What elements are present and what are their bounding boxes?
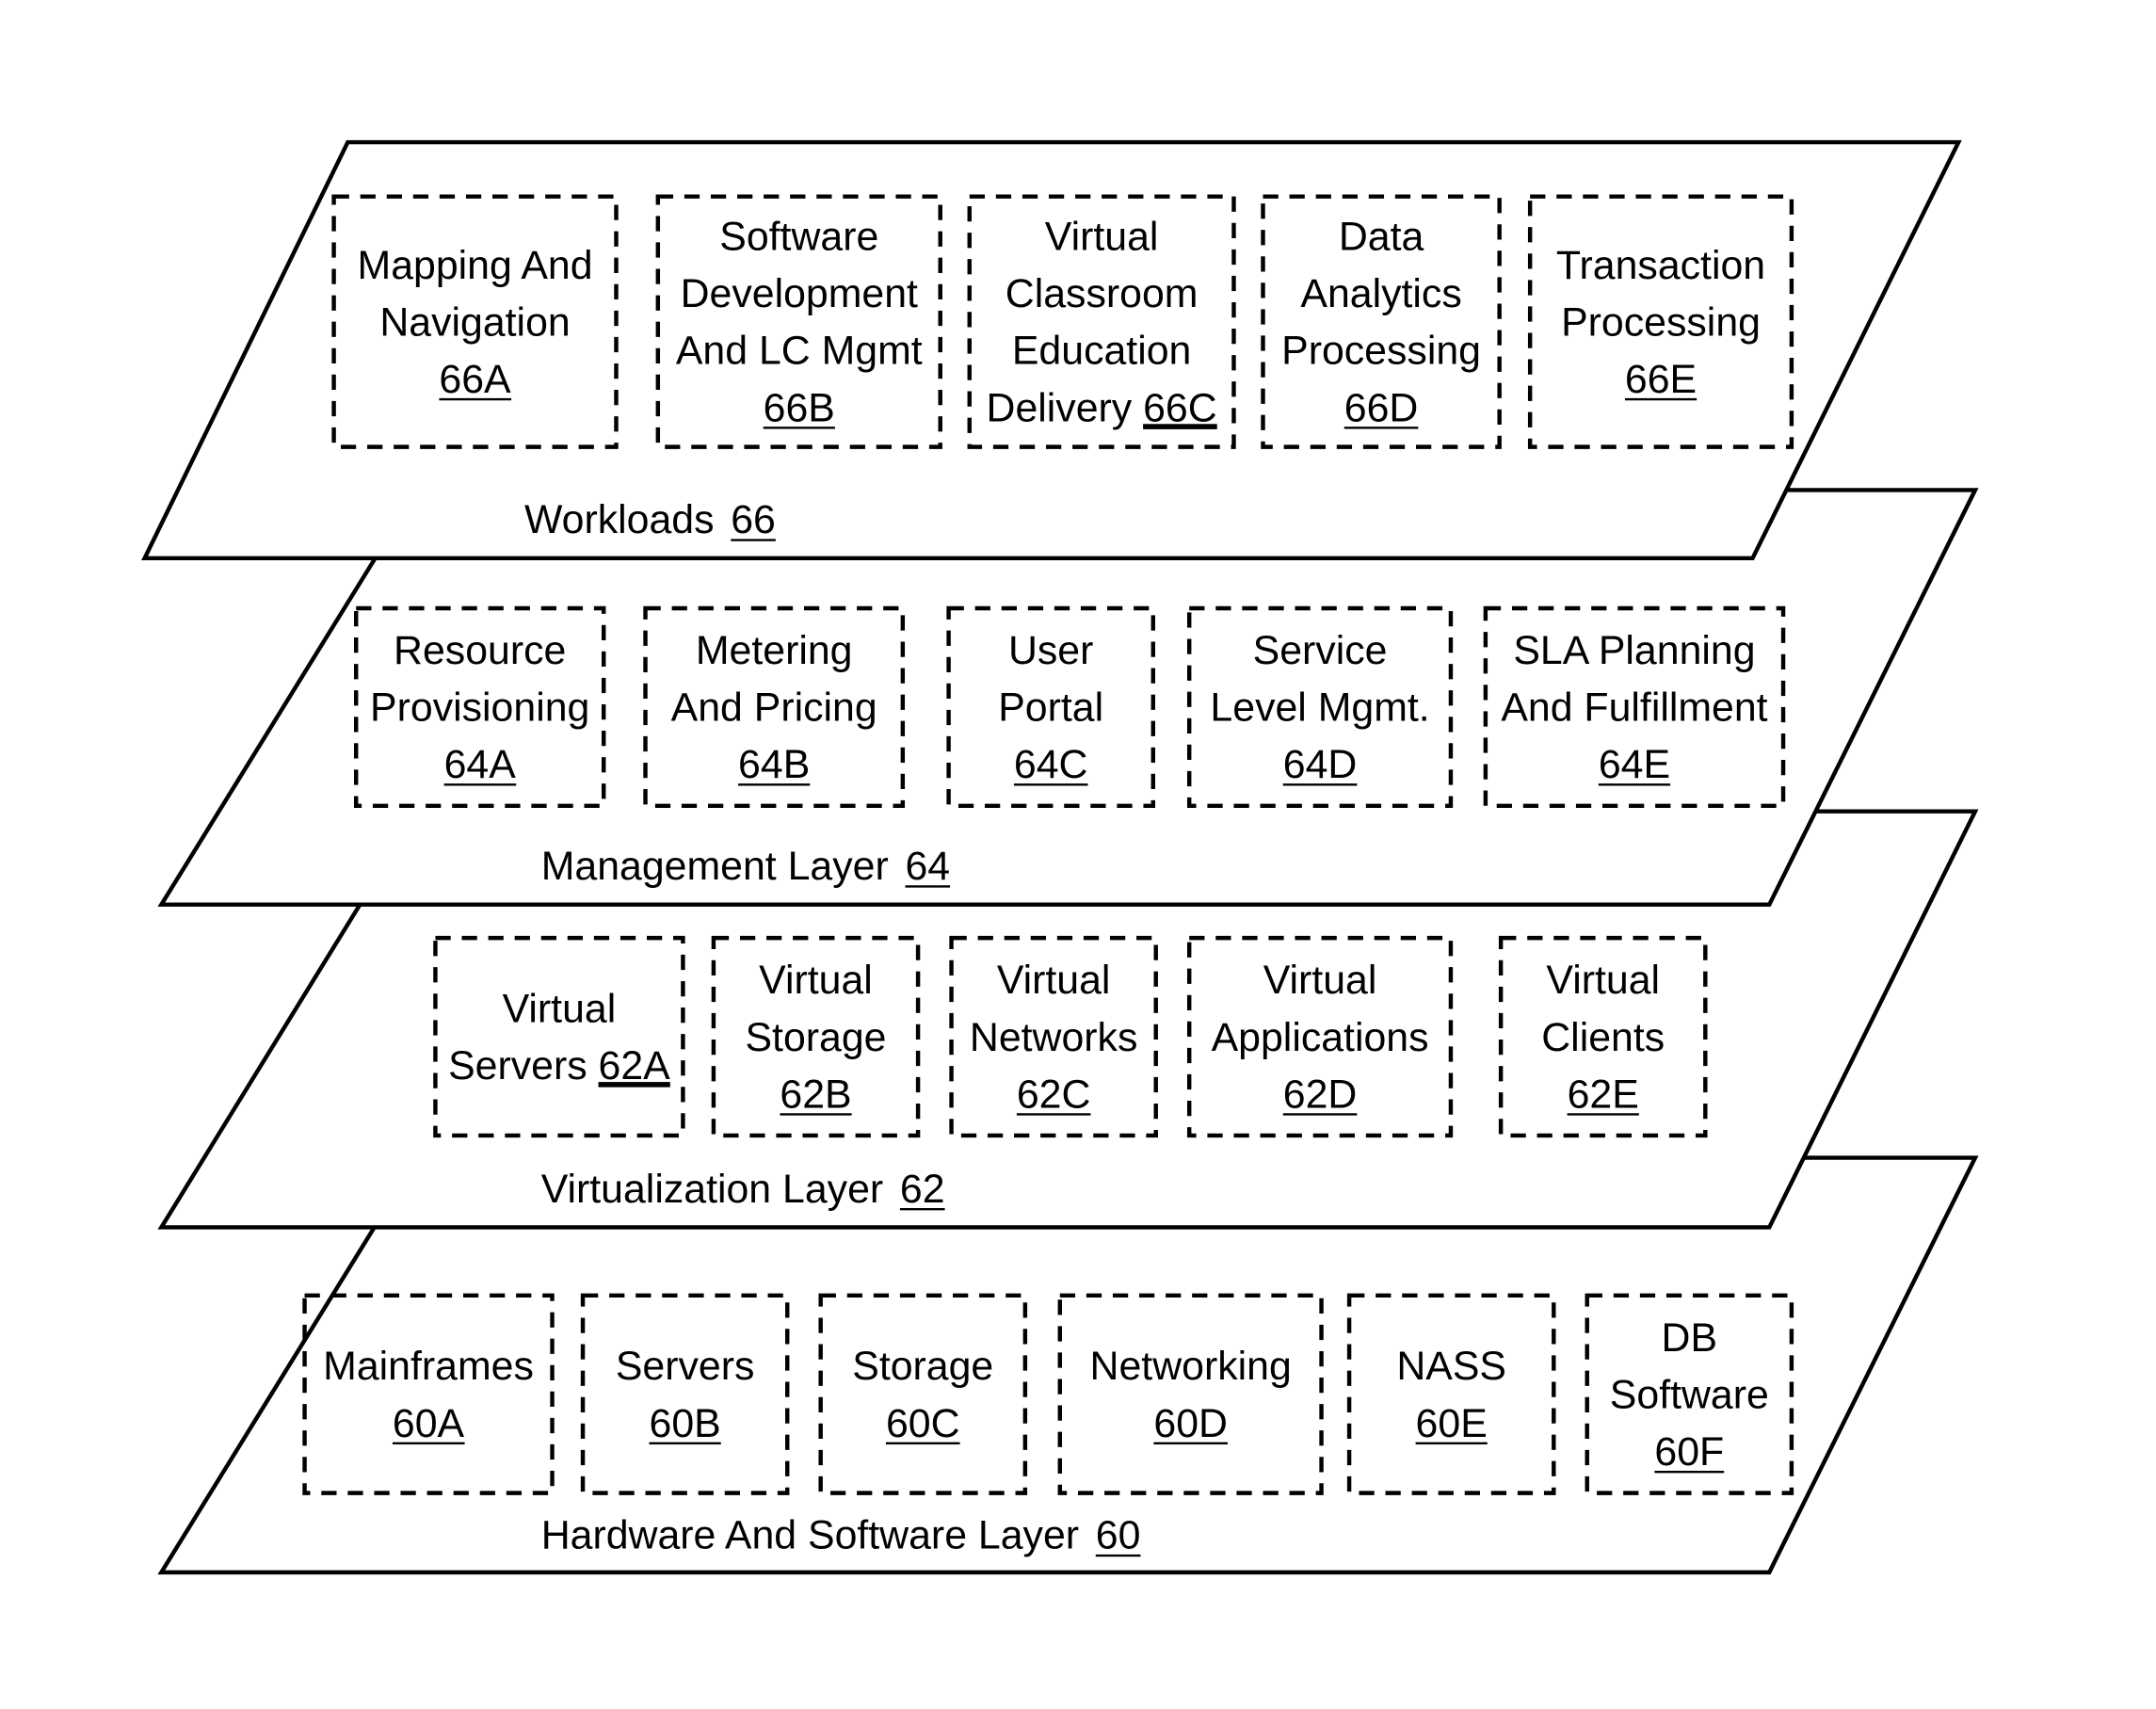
component-label-line: SLA Planning [1513, 628, 1755, 673]
component-label-line: Storage [852, 1344, 993, 1389]
component-reference: 66A [439, 357, 511, 402]
component-label-line: Virtual [1263, 958, 1377, 1003]
component-reference: 62C [1017, 1072, 1091, 1117]
component-label-line: Virtual [997, 958, 1111, 1003]
component-label-line: Mainframes [323, 1344, 534, 1389]
component-reference: 60E [1416, 1401, 1488, 1446]
component-label-line: Education [1012, 329, 1192, 374]
component-label-line: User [1008, 628, 1093, 673]
component-reference: 66D [1344, 385, 1419, 430]
layer-label: Hardware And Software Layer 60 [541, 1513, 1141, 1558]
component-label-line: Virtual [503, 987, 617, 1032]
component-label-line: Applications [1212, 1015, 1429, 1060]
component-label-text: Delivery [987, 385, 1144, 430]
component-label-line: Storage [745, 1015, 886, 1060]
component-reference: 66E [1625, 357, 1697, 402]
layer-label: Workloads 66 [524, 497, 776, 542]
component-label-line: Resource [394, 628, 566, 673]
layer-reference: 64 [905, 844, 950, 889]
component-label-line: Software [1610, 1373, 1769, 1418]
component-reference: 62D [1283, 1072, 1358, 1117]
layer-workloads: Mapping And Navigation 66A Software Developm… [141, 139, 1962, 561]
component-reference: 60C [886, 1401, 960, 1446]
component-reference: 62A [599, 1043, 671, 1088]
component-label-line: Virtual [759, 958, 873, 1003]
component-label-line: Service [1253, 628, 1388, 673]
component-label-line: Data [1339, 215, 1424, 260]
component-label-line: Virtual [1045, 215, 1159, 260]
component-label-line: And Fulfillment [1501, 685, 1767, 731]
component-reference: 64D [1283, 742, 1358, 787]
component-label-line: Servers [616, 1344, 755, 1389]
layer-reference: 66 [731, 497, 776, 542]
component-label-line: And Pricing [671, 685, 877, 731]
component-label-line: Networking [1090, 1344, 1292, 1389]
component-label-line: NASS [1396, 1344, 1506, 1389]
component-reference: 60B [650, 1401, 721, 1446]
component-label-line: Processing [1561, 299, 1761, 345]
component-reference: 66B [764, 385, 835, 430]
component-reference: 62B [780, 1072, 851, 1117]
layer-name: Hardware And Software Layer [541, 1513, 1079, 1558]
component-reference: 64B [738, 742, 810, 787]
component-reference: 64C [1014, 742, 1088, 787]
component-label-line: Clients [1541, 1015, 1665, 1060]
component-label-line: Servers 62A [448, 1043, 670, 1088]
component-label-line: Classroom [1006, 271, 1199, 316]
component-label-line: Delivery 66C [987, 385, 1217, 430]
layer-name: Workloads [524, 497, 715, 542]
component-label-line: Portal [998, 685, 1103, 731]
component-label-line: Analytics [1300, 271, 1461, 316]
layer-reference: 62 [900, 1167, 945, 1212]
component-label-line: Virtual [1546, 958, 1660, 1003]
component-label-line: Provisioning [370, 685, 589, 731]
component-label-line: Level Mgmt. [1210, 685, 1429, 731]
component-reference: 64A [444, 742, 517, 787]
cloud-abstraction-layers-diagram: Mainframes 60A Servers 60B Storage 60C Network… [141, 139, 1979, 1575]
component-reference: 64E [1599, 742, 1670, 787]
component-label-line: And LC Mgmt [676, 329, 923, 374]
component-label-line: Transaction [1556, 243, 1765, 288]
component-label-line: Navigation [379, 299, 570, 345]
component-label-line: Mapping And [358, 243, 593, 288]
component-label-text: Servers [448, 1043, 598, 1088]
component-reference: 60D [1153, 1401, 1228, 1446]
component-reference: 60A [393, 1401, 465, 1446]
layer-reference: 60 [1096, 1513, 1141, 1558]
component-label-line: Processing [1281, 329, 1481, 374]
component-label-line: DB [1662, 1315, 1718, 1361]
component-label-line: Networks [970, 1015, 1138, 1060]
layer-name: Virtualization Layer [541, 1167, 883, 1212]
component-label-line: Metering [696, 628, 853, 673]
component-reference: 66C [1143, 385, 1217, 430]
layer-name: Management Layer [541, 844, 889, 889]
component-label-line: Development [681, 271, 918, 316]
component-reference: 62E [1568, 1072, 1639, 1117]
component-reference: 60F [1654, 1429, 1724, 1475]
component-label-line: Software [719, 215, 878, 260]
